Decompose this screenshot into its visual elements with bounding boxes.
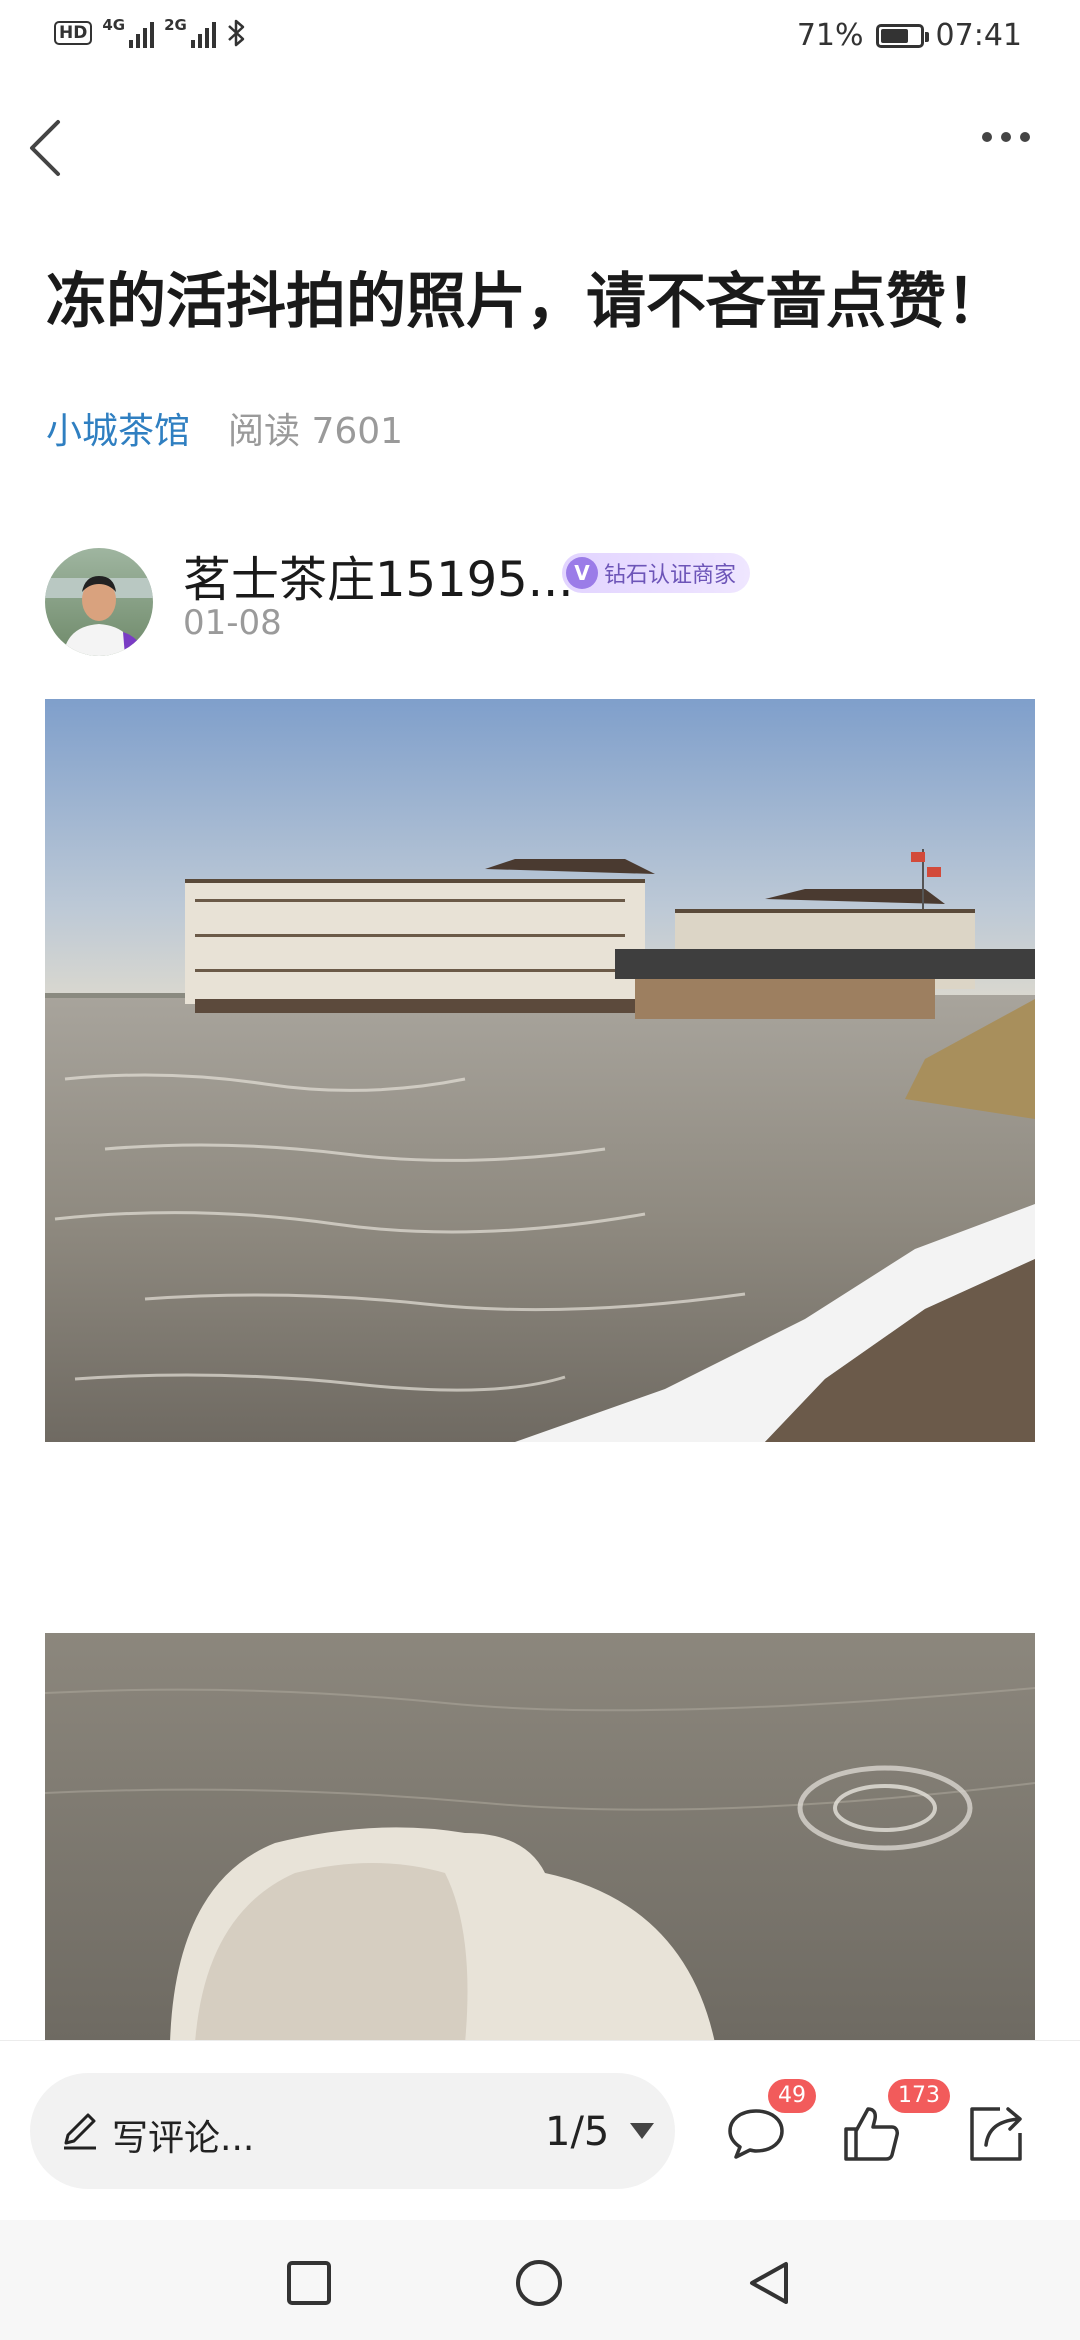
- page-indicator[interactable]: 1/5: [545, 2109, 609, 2155]
- home-icon[interactable]: [514, 2258, 564, 2308]
- avatar[interactable]: [45, 548, 153, 656]
- battery-level: [880, 28, 908, 43]
- photo-ice-chunk[interactable]: [45, 1633, 1035, 2043]
- badge-label: 钻石认证商家: [604, 563, 737, 588]
- caret-down-icon[interactable]: [630, 2123, 654, 2139]
- comment-count-badge: 49: [768, 2079, 816, 2113]
- comment-input[interactable]: 写评论... 1/5: [30, 2073, 675, 2189]
- verified-v-icon: V: [566, 557, 598, 589]
- more-dots-icon[interactable]: [982, 132, 1030, 142]
- read-count: 阅读 7601: [228, 411, 404, 452]
- network-label-2: 2G: [164, 16, 187, 34]
- article-meta: 小城茶馆 阅读 7601: [46, 402, 403, 454]
- network-label-1: 4G: [102, 16, 126, 34]
- circle-link[interactable]: 小城茶馆: [46, 402, 190, 454]
- back-triangle-icon[interactable]: [744, 2258, 794, 2308]
- author-name[interactable]: 茗士茶庄15195...: [183, 540, 573, 610]
- status-left: HD 4G 2G: [54, 18, 248, 48]
- battery-icon: [875, 23, 929, 48]
- chevron-left-icon[interactable]: [26, 118, 66, 178]
- status-bar: HD 4G 2G 71% 07:41: [0, 0, 1080, 75]
- system-nav-bar: [0, 2220, 1080, 2340]
- thumbs-up-icon[interactable]: [838, 2101, 902, 2165]
- pen-icon: [64, 2113, 96, 2150]
- signal-icon-2: 2G: [164, 18, 216, 48]
- recent-apps-icon[interactable]: [284, 2258, 334, 2308]
- photo-riverboat[interactable]: [45, 699, 1035, 1442]
- page-title: 冻的活抖拍的照片，请不吝啬点赞！: [46, 267, 1006, 337]
- comment-placeholder: 写评论...: [112, 2118, 255, 2159]
- post-date: 01-08: [183, 603, 282, 643]
- bluetooth-icon: [227, 19, 245, 47]
- action-bar: 写评论... 1/5 49 173: [0, 2040, 1080, 2221]
- share-icon[interactable]: [964, 2101, 1028, 2165]
- hd-icon: HD: [54, 21, 93, 45]
- battery-percent: 71%: [796, 18, 864, 53]
- clock: 07:41: [935, 18, 1022, 53]
- signal-icon: 4G: [102, 16, 155, 48]
- like-count-badge: 173: [888, 2079, 950, 2113]
- status-right: 71% 07:41: [797, 18, 1022, 53]
- verified-merchant-badge: V 钻石认证商家: [562, 553, 751, 593]
